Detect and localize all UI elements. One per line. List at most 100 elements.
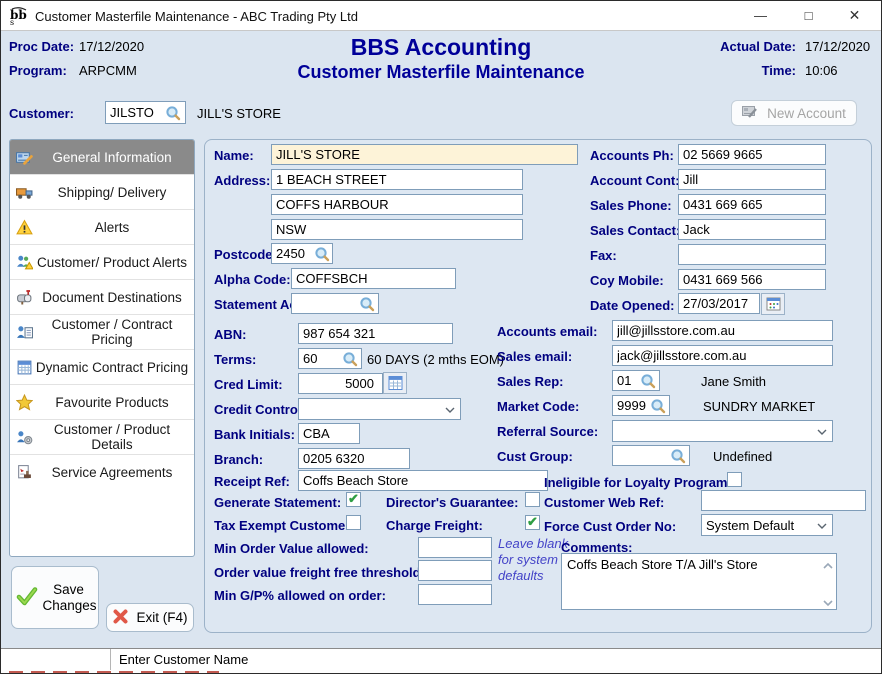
truck-icon <box>16 184 34 201</box>
min-order-value-label: Min Order Value allowed: <box>214 541 369 556</box>
person-gear-icon <box>16 429 34 446</box>
name-input[interactable] <box>271 144 578 165</box>
sidebar-item-label: Dynamic Contract Pricing <box>34 360 190 375</box>
statement-acc-search-icon[interactable] <box>359 296 375 312</box>
sidebar-item-document-destinations[interactable]: Document Destinations <box>10 280 194 315</box>
minimize-button[interactable]: — <box>738 1 783 30</box>
program-label: Program: <box>9 63 67 78</box>
directors-guarantee-checkbox[interactable] <box>525 492 540 507</box>
date-opened-input[interactable] <box>678 293 760 314</box>
cred-limit-calculator-icon[interactable] <box>383 372 407 394</box>
address-line1-input[interactable] <box>271 169 523 190</box>
window-title: Customer Masterfile Maintenance - ABC Tr… <box>35 9 358 24</box>
ineligible-loyalty-checkbox[interactable] <box>727 472 742 487</box>
min-gp-input[interactable] <box>418 584 492 605</box>
accounts-email-input[interactable] <box>612 320 833 341</box>
branch-input[interactable] <box>298 448 410 469</box>
generate-statement-checkbox[interactable] <box>346 492 361 507</box>
sidebar-item-service-agreements[interactable]: Service Agreements <box>10 455 194 490</box>
credit-control-label: Credit Control: <box>214 402 306 417</box>
cred-limit-input[interactable] <box>298 373 383 394</box>
date-opened-calendar-icon[interactable] <box>761 293 785 315</box>
market-code-search-icon[interactable] <box>650 398 666 414</box>
tax-exempt-checkbox[interactable] <box>346 515 361 530</box>
sidebar-item-label: General Information <box>34 150 190 165</box>
receipt-ref-label: Receipt Ref: <box>214 474 290 489</box>
screen-title: Customer Masterfile Maintenance <box>241 60 641 84</box>
charge-freight-checkbox[interactable] <box>525 515 540 530</box>
sidebar-item-alerts[interactable]: Alerts <box>10 210 194 245</box>
address-line2-input[interactable] <box>271 194 523 215</box>
pricing-table-icon <box>16 359 34 376</box>
bank-initials-label: Bank Initials: <box>214 427 295 442</box>
name-label: Name: <box>214 148 254 163</box>
sidebar-item-customer-product-details[interactable]: Customer / Product Details <box>10 420 194 455</box>
accounts-ph-input[interactable] <box>678 144 826 165</box>
cust-group-label: Cust Group: <box>497 449 573 464</box>
new-account-button[interactable]: New Account <box>731 100 857 126</box>
cust-group-search-icon[interactable] <box>670 448 686 464</box>
sidebar-item-shipping-delivery[interactable]: Shipping/ Delivery <box>10 175 194 210</box>
sidebar-item-label: Customer / Product Details <box>34 422 190 452</box>
min-order-value-input[interactable] <box>418 537 492 558</box>
receipt-ref-input[interactable] <box>298 470 548 491</box>
fax-input[interactable] <box>678 244 826 265</box>
program-value: ARPCMM <box>79 63 137 78</box>
address-line3-input[interactable] <box>271 219 523 240</box>
sales-email-input[interactable] <box>612 345 833 366</box>
new-account-icon <box>742 104 759 122</box>
charge-freight-label: Charge Freight: <box>386 518 483 533</box>
save-changes-label: Save Changes <box>43 582 95 614</box>
leave-blank-note: Leave blank for system defaults <box>498 536 570 584</box>
sidebar-item-customer-contract-pricing[interactable]: Customer / Contract Pricing <box>10 315 194 350</box>
agreement-stamp-icon <box>16 464 34 481</box>
warning-triangle-icon <box>16 219 34 236</box>
title-bar: bbs Customer Masterfile Maintenance - AB… <box>1 1 881 31</box>
sidebar-item-dynamic-contract-pricing[interactable]: Dynamic Contract Pricing <box>10 350 194 385</box>
page-title: BBS Accounting Customer Masterfile Maint… <box>241 34 641 84</box>
sidebar-item-label: Alerts <box>34 220 190 235</box>
sidebar-item-general-information[interactable]: General Information <box>10 140 194 175</box>
terms-search-icon[interactable] <box>342 351 358 367</box>
credit-control-dropdown[interactable] <box>298 398 461 420</box>
scroll-up-icon[interactable] <box>822 558 834 568</box>
account-cont-label: Account Cont: <box>590 173 680 188</box>
alpha-code-input[interactable] <box>291 268 456 289</box>
sidebar-item-customer-product-alerts[interactable]: Customer/ Product Alerts <box>10 245 194 280</box>
referral-source-dropdown[interactable] <box>612 420 833 442</box>
customer-web-ref-input[interactable] <box>701 490 866 511</box>
accounts-email-label: Accounts email: <box>497 324 597 339</box>
customer-web-ref-label: Customer Web Ref: <box>544 495 664 510</box>
background-window-sliver <box>1 670 882 674</box>
bank-initials-input[interactable] <box>298 423 360 444</box>
ineligible-loyalty-label: Ineligible for Loyalty Program: <box>544 475 732 490</box>
comments-field: Coffs Beach Store T/A Jill's Store <box>561 553 837 610</box>
proc-date-label: Proc Date: <box>9 39 74 54</box>
sidebar-item-favourite-products[interactable]: Favourite Products <box>10 385 194 420</box>
status-message: Enter Customer Name <box>119 652 248 667</box>
customer-search-icon[interactable] <box>165 105 181 121</box>
status-bar-cell <box>1 649 111 670</box>
save-changes-button[interactable]: Save Changes <box>11 566 99 629</box>
account-cont-input[interactable] <box>678 169 826 190</box>
close-button[interactable]: ✕ <box>832 1 877 30</box>
terms-label: Terms: <box>214 352 256 367</box>
comments-textarea[interactable]: Coffs Beach Store T/A Jill's Store <box>561 553 837 610</box>
exit-button[interactable]: Exit (F4) <box>106 603 194 632</box>
abn-input[interactable] <box>298 323 453 344</box>
coy-mobile-input[interactable] <box>678 269 826 290</box>
sales-rep-search-icon[interactable] <box>640 373 656 389</box>
freight-free-threshold-input[interactable] <box>418 560 492 581</box>
proc-date-value: 17/12/2020 <box>79 39 144 54</box>
postcode-search-icon[interactable] <box>314 246 330 262</box>
force-cust-order-dropdown[interactable]: System Default <box>701 514 833 536</box>
app-title: BBS Accounting <box>241 34 641 60</box>
freight-free-threshold-label: Order value freight free threshold: <box>214 565 425 580</box>
sales-phone-input[interactable] <box>678 194 826 215</box>
app-logo-icon: bbs <box>9 6 29 29</box>
referral-source-label: Referral Source: <box>497 424 598 439</box>
maximize-button[interactable]: □ <box>786 1 831 30</box>
sales-contact-input[interactable] <box>678 219 826 240</box>
general-information-icon <box>16 149 34 166</box>
scroll-down-icon[interactable] <box>822 595 834 605</box>
